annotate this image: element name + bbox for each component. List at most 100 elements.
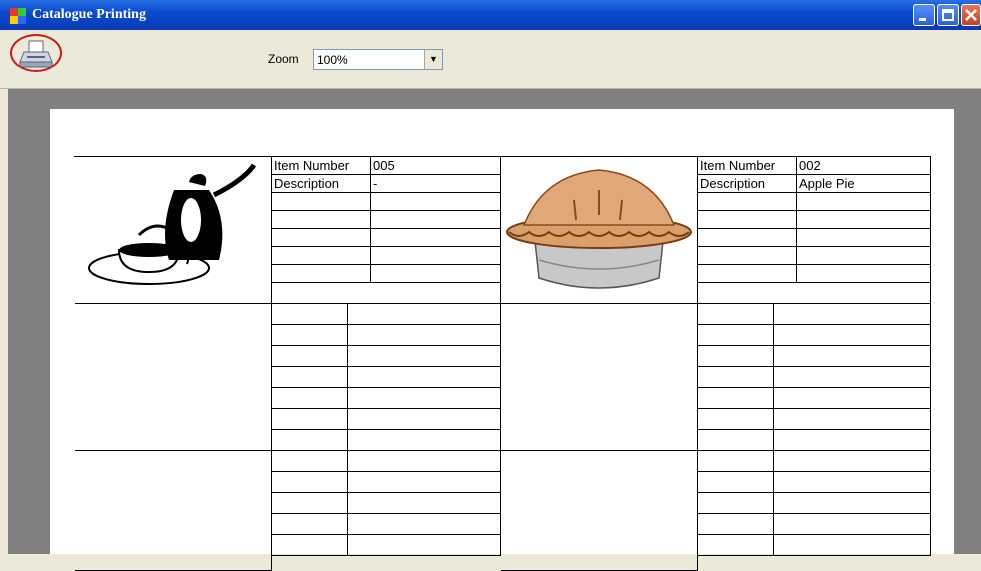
empty-cell [272, 325, 348, 346]
empty-cell [348, 346, 501, 367]
empty-cell [698, 409, 774, 430]
empty-cell [797, 211, 931, 229]
empty-cell [698, 472, 774, 493]
item-image-cell [75, 157, 272, 304]
empty-cell [272, 265, 371, 283]
empty-cell [797, 265, 931, 283]
item-image-cell [75, 304, 272, 451]
preview-page: Item Number 005 Description - Item Numbe… [50, 109, 954, 571]
empty-cell [272, 409, 348, 430]
maximize-button[interactable] [937, 4, 959, 26]
empty-cell [348, 325, 501, 346]
empty-cell [272, 451, 348, 472]
empty-cell [698, 247, 797, 265]
item-image-cell [501, 451, 698, 571]
item-number-label: Item Number [272, 157, 371, 175]
description-label: Description [272, 175, 371, 193]
empty-cell [371, 193, 501, 211]
empty-cell [797, 193, 931, 211]
empty-cell [348, 304, 501, 325]
empty-cell [698, 430, 774, 451]
empty-cell [348, 472, 501, 493]
empty-cell [698, 265, 797, 283]
empty-cell [774, 430, 931, 451]
empty-cell [774, 409, 931, 430]
zoom-dropdown[interactable]: 100% ▼ [313, 49, 443, 70]
empty-cell [371, 229, 501, 247]
empty-cell [272, 472, 348, 493]
empty-cell [272, 304, 348, 325]
item-image-cell [501, 304, 698, 451]
zoom-value: 100% [317, 53, 348, 67]
print-preview[interactable]: Item Number 005 Description - Item Numbe… [8, 89, 981, 571]
close-button[interactable] [961, 4, 981, 26]
empty-cell [698, 211, 797, 229]
empty-cell [698, 325, 774, 346]
app-icon [10, 8, 26, 24]
empty-cell [272, 430, 348, 451]
description-label: Description [698, 175, 797, 193]
empty-cell [272, 211, 371, 229]
empty-cell [272, 346, 348, 367]
close-icon [965, 9, 977, 21]
empty-cell [348, 535, 501, 556]
zoom-label: Zoom [268, 52, 299, 66]
empty-cell [371, 265, 501, 283]
empty-cell [272, 493, 348, 514]
maximize-icon [942, 9, 954, 21]
empty-cell [698, 283, 931, 304]
empty-cell [698, 514, 774, 535]
empty-cell [774, 514, 931, 535]
empty-cell [774, 535, 931, 556]
empty-cell [698, 367, 774, 388]
printer-icon [19, 40, 53, 68]
empty-cell [797, 229, 931, 247]
empty-cell [371, 211, 501, 229]
item-number-value: 005 [371, 157, 501, 175]
minimize-icon [919, 18, 926, 21]
chevron-down-icon[interactable]: ▼ [424, 50, 442, 69]
empty-cell [774, 388, 931, 409]
empty-cell [698, 535, 774, 556]
empty-cell [774, 451, 931, 472]
empty-cell [698, 304, 774, 325]
empty-cell [272, 247, 371, 265]
empty-cell [774, 346, 931, 367]
item-image-cell [75, 451, 272, 571]
item-number-value: 002 [797, 157, 931, 175]
item-number-label: Item Number [698, 157, 797, 175]
empty-cell [348, 493, 501, 514]
empty-cell [774, 472, 931, 493]
coffee-pot-and-cup-image [88, 163, 257, 285]
item-image-cell [501, 157, 698, 304]
empty-cell [348, 514, 501, 535]
print-button[interactable] [14, 36, 60, 72]
catalogue-grid: Item Number 005 Description - Item Numbe… [74, 156, 931, 571]
empty-cell [774, 367, 931, 388]
empty-cell [348, 451, 501, 472]
empty-cell [774, 325, 931, 346]
empty-cell [348, 430, 501, 451]
empty-cell [272, 193, 371, 211]
title-bar: Catalogue Printing [0, 0, 981, 30]
empty-cell [698, 229, 797, 247]
empty-cell [698, 193, 797, 211]
toolbar: Zoom 100% ▼ [0, 30, 981, 89]
empty-cell [272, 535, 348, 556]
empty-cell [272, 229, 371, 247]
empty-cell [348, 409, 501, 430]
empty-cell [698, 493, 774, 514]
description-value: - [371, 175, 501, 193]
empty-cell [774, 304, 931, 325]
description-value: Apple Pie [797, 175, 931, 193]
empty-cell [272, 388, 348, 409]
empty-cell [371, 247, 501, 265]
window-title: Catalogue Printing [32, 7, 146, 22]
minimize-button[interactable] [913, 4, 935, 26]
empty-cell [774, 493, 931, 514]
apple-pie-image [506, 169, 692, 289]
empty-cell [797, 247, 931, 265]
empty-cell [698, 388, 774, 409]
empty-cell [348, 388, 501, 409]
empty-cell [272, 283, 501, 304]
